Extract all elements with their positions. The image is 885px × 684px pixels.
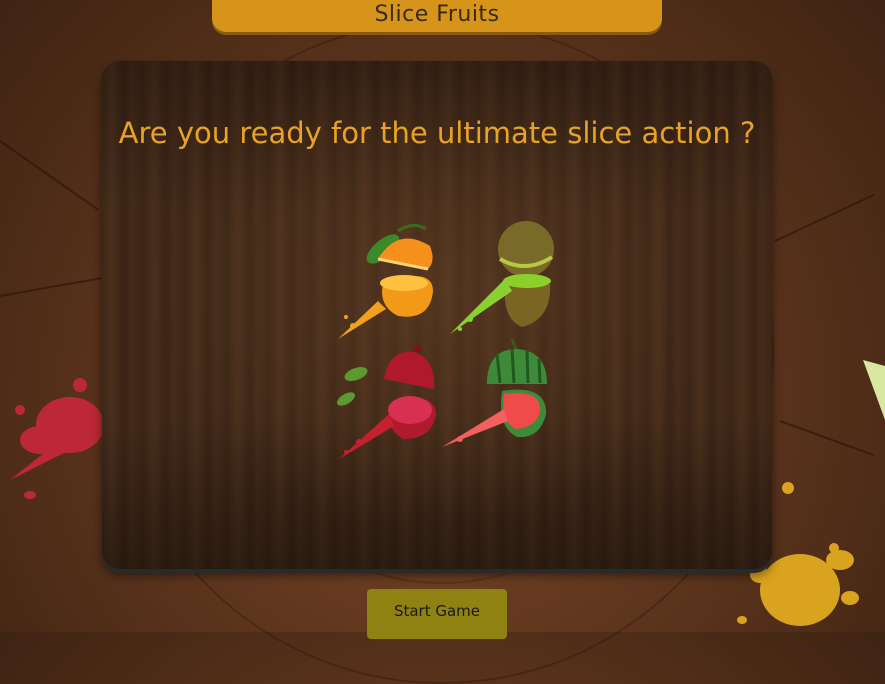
wood-crack	[0, 140, 99, 211]
banana-peel-icon	[863, 360, 885, 420]
red-juice-splat	[10, 378, 104, 499]
wood-crack	[0, 275, 109, 297]
game-title: Slice Fruits	[374, 1, 500, 27]
intro-question: Are you ready for the ultimate slice act…	[118, 116, 756, 150]
wood-crack	[774, 193, 876, 242]
intro-panel: Are you ready for the ultimate slice act…	[102, 61, 772, 569]
sliced-orange-icon	[338, 224, 433, 339]
sliced-pomegranate-icon	[336, 344, 436, 459]
title-bar: Slice Fruits	[212, 0, 662, 32]
sliced-kiwi-icon	[450, 221, 554, 334]
sliced-watermelon-icon	[442, 339, 547, 447]
